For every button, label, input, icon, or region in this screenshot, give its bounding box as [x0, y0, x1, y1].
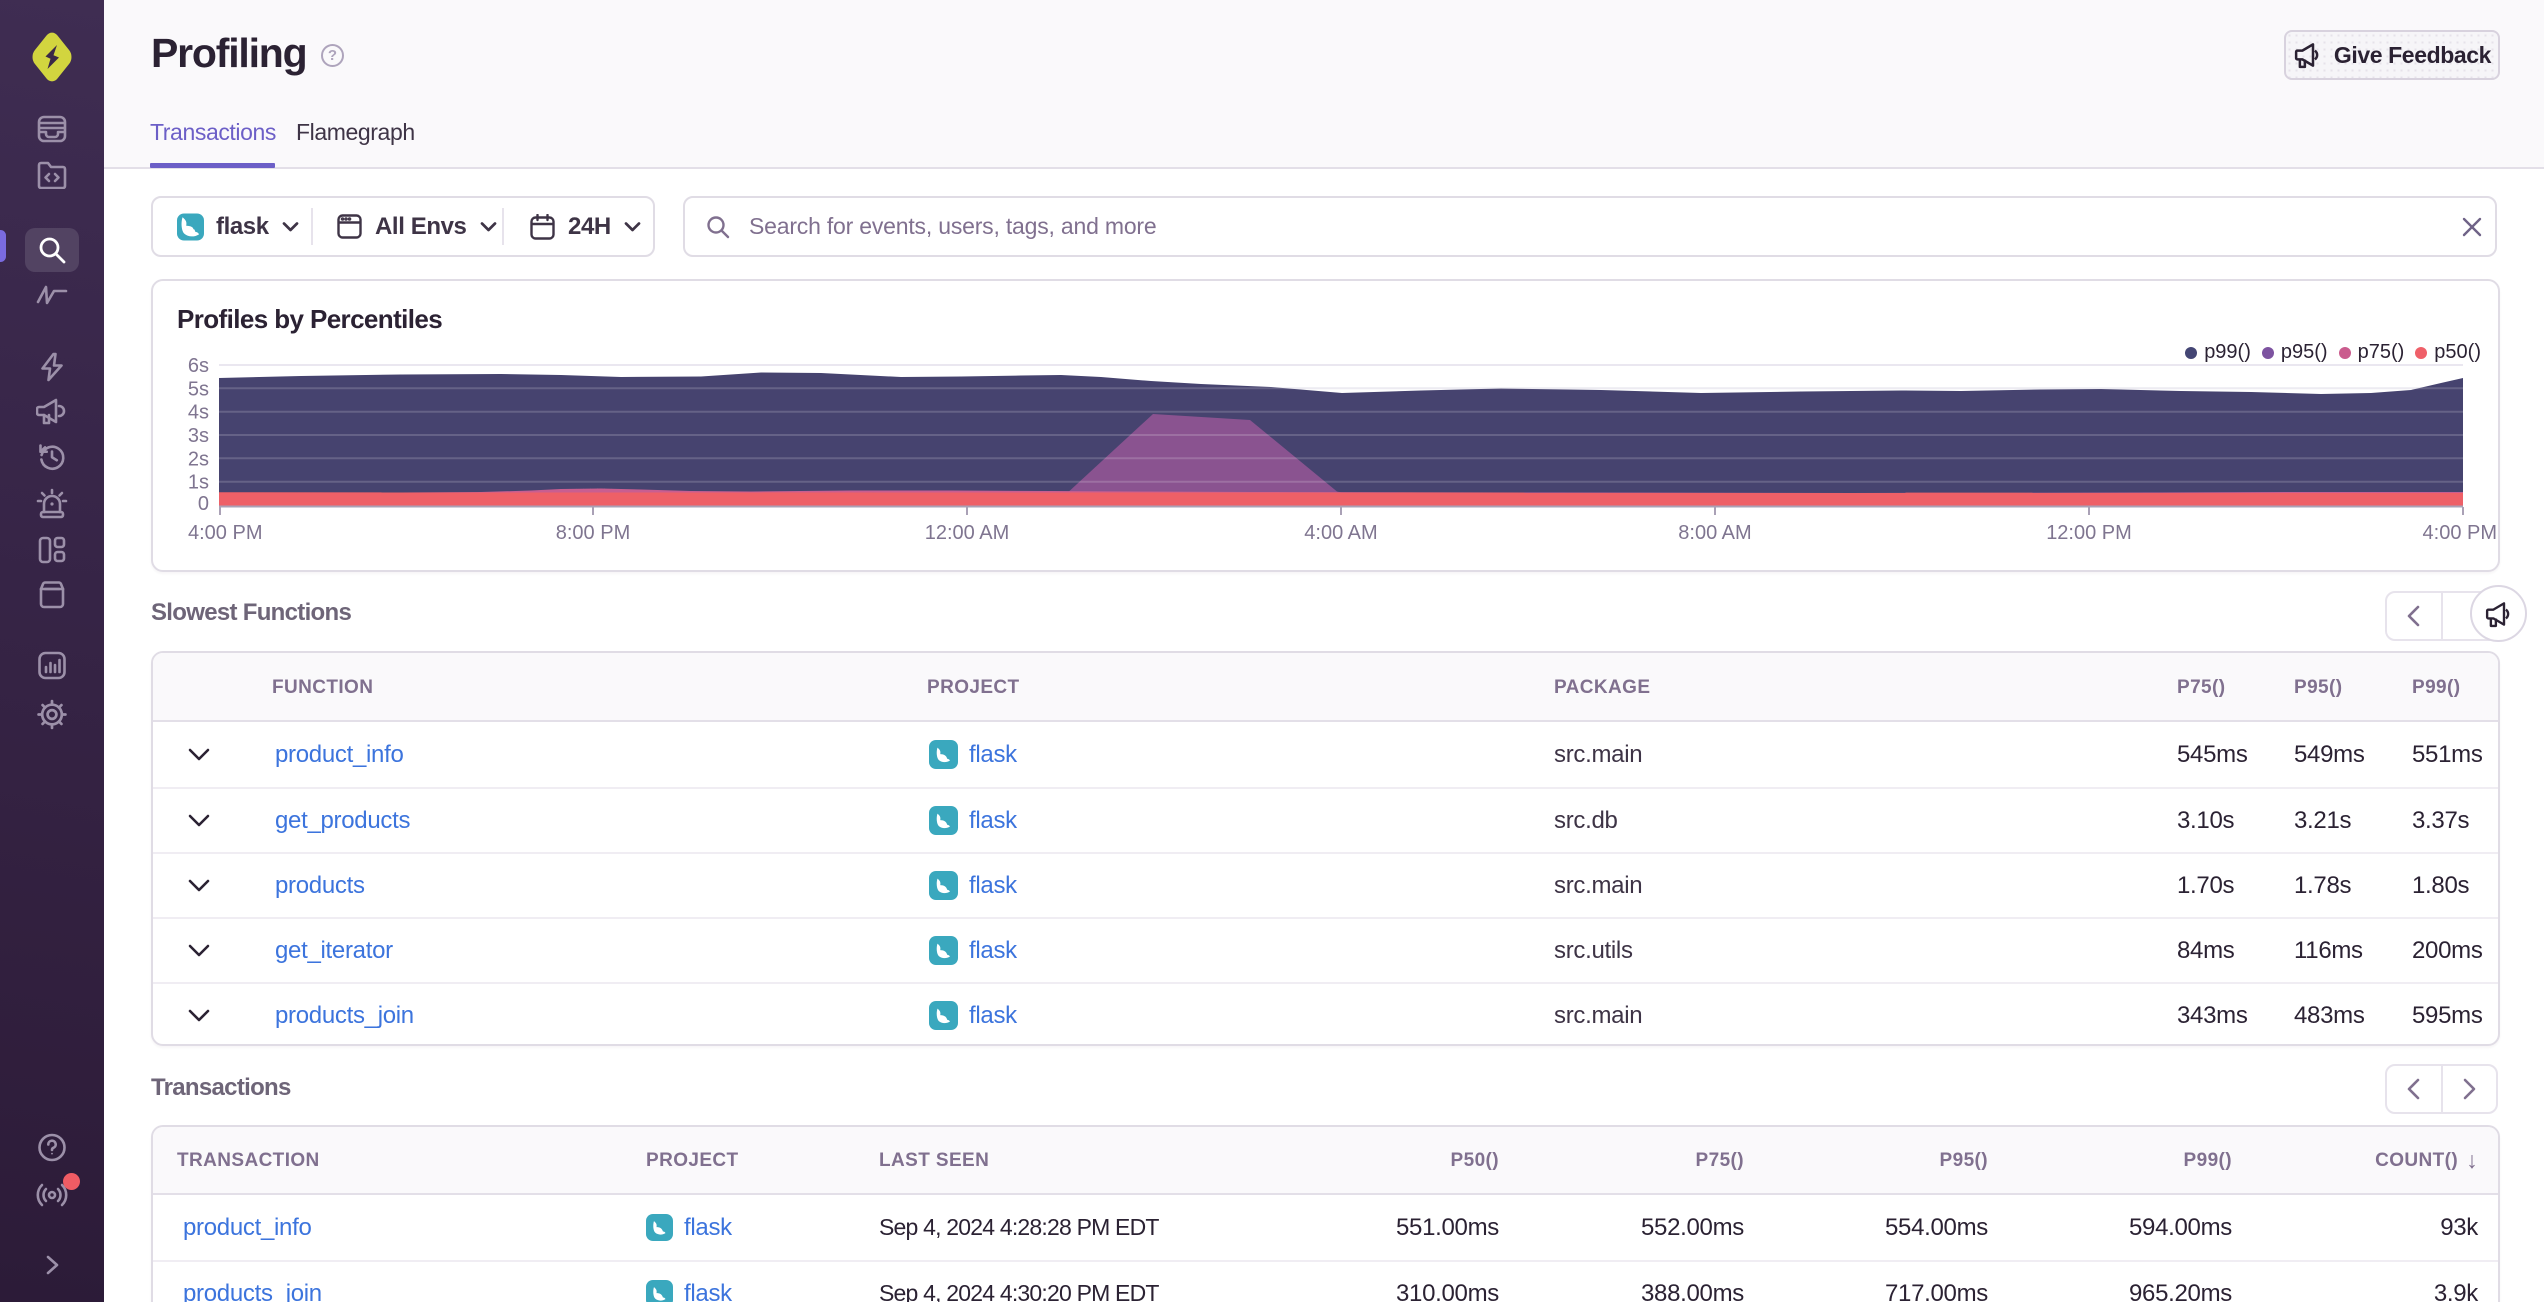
svg-text:4:00 AM: 4:00 AM	[1304, 522, 1377, 544]
svg-text:3s: 3s	[188, 425, 209, 447]
svg-text:6s: 6s	[188, 355, 209, 377]
svg-text:5s: 5s	[188, 378, 209, 400]
svg-text:2s: 2s	[188, 448, 209, 470]
svg-text:4s: 4s	[188, 402, 209, 424]
svg-text:1s: 1s	[188, 472, 209, 494]
svg-text:8:00 AM: 8:00 AM	[1678, 522, 1751, 544]
svg-text:12:00 PM: 12:00 PM	[2046, 522, 2132, 544]
svg-text:4:00 PM: 4:00 PM	[2423, 522, 2497, 544]
svg-text:0: 0	[198, 493, 209, 515]
svg-text:8:00 PM: 8:00 PM	[556, 522, 630, 544]
svg-text:4:00 PM: 4:00 PM	[188, 522, 262, 544]
svg-text:12:00 AM: 12:00 AM	[925, 522, 1010, 544]
